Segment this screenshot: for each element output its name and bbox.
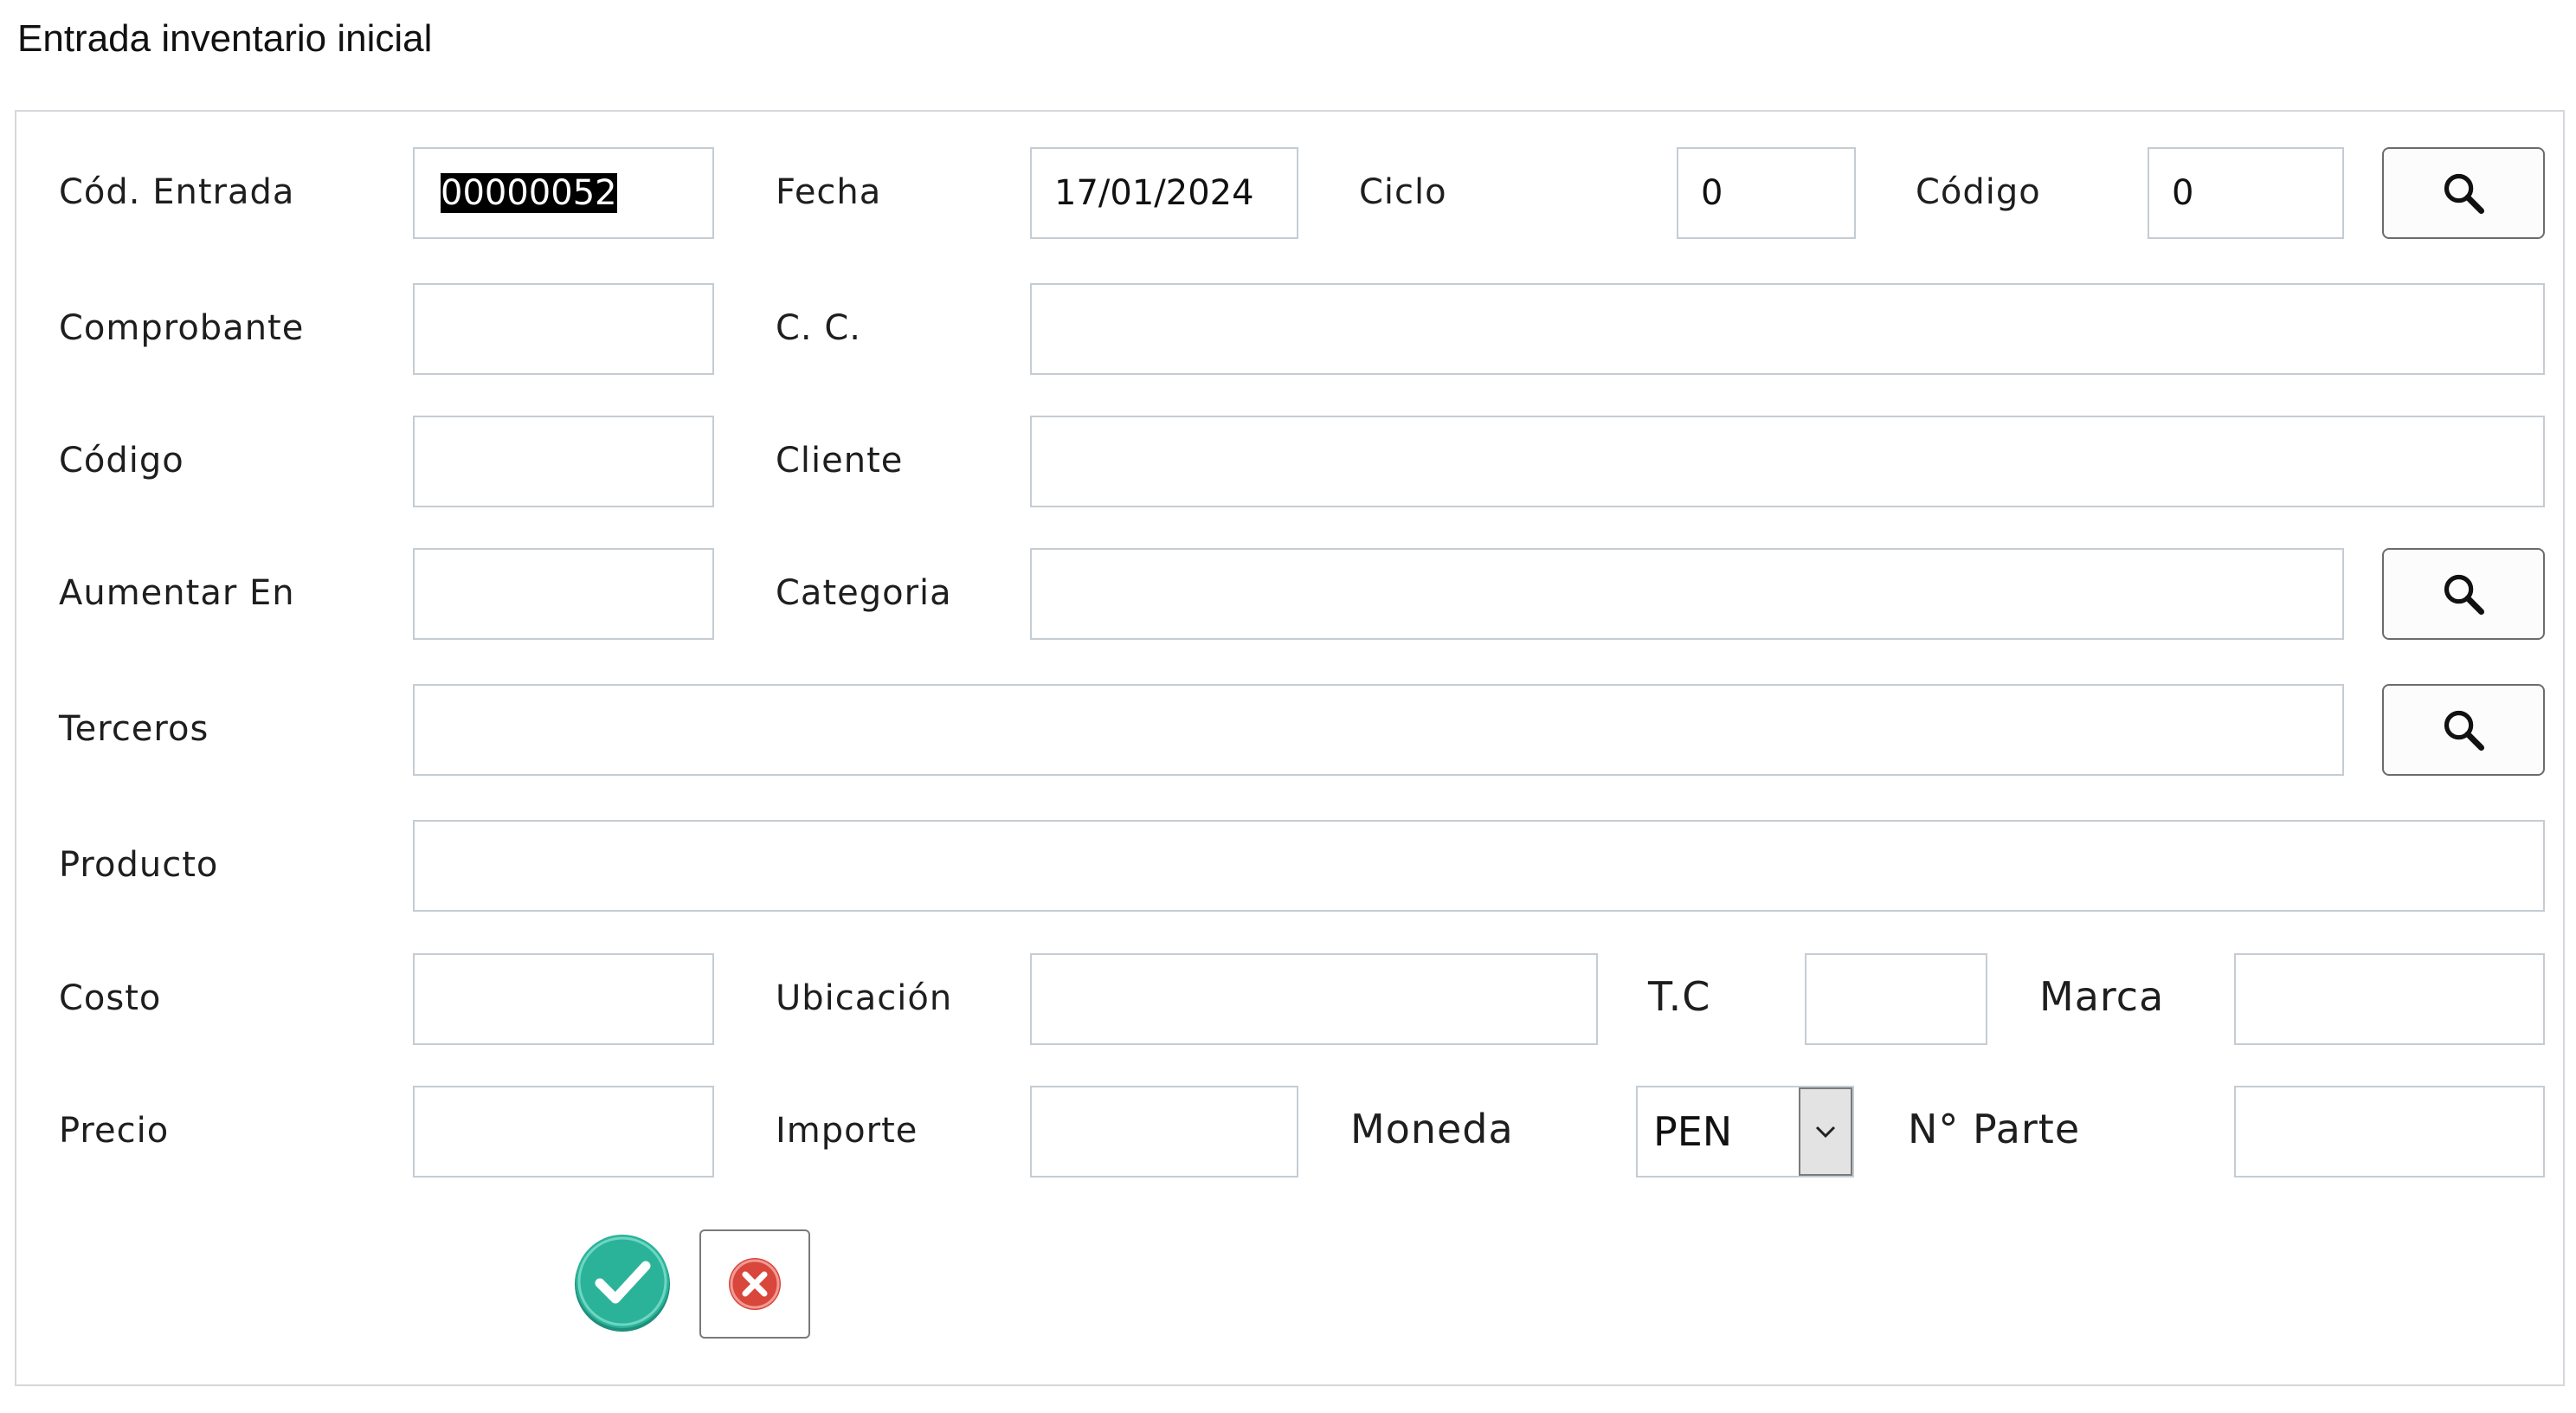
tc-field[interactable] — [1805, 953, 1987, 1045]
label-nro-parte: N° Parte — [1908, 1106, 2081, 1152]
label-moneda: Moneda — [1350, 1106, 1514, 1152]
search-categoria-button[interactable] — [2382, 548, 2545, 640]
categoria-field[interactable] — [1030, 548, 2344, 640]
producto-field[interactable] — [413, 820, 2545, 912]
moneda-dropdown-button[interactable] — [1799, 1087, 1852, 1176]
label-cod-entrada: Cód. Entrada — [59, 172, 295, 212]
nro-parte-field[interactable] — [2234, 1086, 2545, 1178]
cancel-button[interactable] — [699, 1229, 810, 1339]
comprobante-field[interactable] — [413, 283, 714, 375]
codigo-top-field[interactable]: 0 — [2148, 147, 2344, 239]
search-icon — [2444, 710, 2485, 752]
importe-field[interactable] — [1030, 1086, 1298, 1178]
label-marca: Marca — [2039, 973, 2165, 1020]
ubicacion-field[interactable] — [1030, 953, 1598, 1045]
label-fecha: Fecha — [776, 172, 882, 212]
label-tc: T.C — [1648, 973, 1711, 1020]
label-ciclo: Ciclo — [1359, 172, 1447, 212]
label-producto: Producto — [59, 845, 219, 885]
cliente-field[interactable] — [1030, 416, 2545, 507]
label-cliente: Cliente — [776, 441, 904, 481]
costo-field[interactable] — [413, 953, 714, 1045]
label-categoria: Categoria — [776, 573, 952, 613]
marca-field[interactable] — [2234, 953, 2545, 1045]
label-comprobante: Comprobante — [59, 308, 305, 348]
ciclo-field[interactable]: 0 — [1677, 147, 1856, 239]
label-aumentar-en: Aumentar En — [59, 573, 295, 613]
cc-field[interactable] — [1030, 283, 2545, 375]
fecha-field[interactable]: 17/01/2024 — [1030, 147, 1298, 239]
cod-entrada-value: 00000052 — [441, 173, 617, 213]
precio-field[interactable] — [413, 1086, 714, 1178]
search-codigo-button[interactable] — [2382, 147, 2545, 239]
terceros-field[interactable] — [413, 684, 2344, 776]
search-icon — [2444, 574, 2485, 616]
confirm-button[interactable] — [571, 1231, 673, 1333]
search-icon — [2444, 173, 2485, 215]
cod-entrada-field[interactable]: 00000052 — [413, 147, 714, 239]
chevron-down-icon — [1815, 1126, 1836, 1139]
label-terceros: Terceros — [59, 709, 209, 749]
aumentar-en-field[interactable] — [413, 548, 714, 640]
label-ubicacion: Ubicación — [776, 978, 953, 1018]
label-importe: Importe — [776, 1111, 918, 1151]
close-circle-icon — [729, 1258, 781, 1310]
label-codigo: Código — [59, 441, 184, 481]
codigo-field[interactable] — [413, 416, 714, 507]
moneda-selected-value: PEN — [1653, 1108, 1733, 1155]
window-title: Entrada inventario inicial — [17, 17, 433, 60]
label-codigo-top: Código — [1916, 172, 2041, 212]
label-cc: C. C. — [776, 308, 862, 348]
moneda-select[interactable]: PEN — [1636, 1086, 1854, 1178]
label-precio: Precio — [59, 1111, 170, 1151]
label-costo: Costo — [59, 978, 162, 1018]
check-circle-icon — [575, 1235, 670, 1332]
search-terceros-button[interactable] — [2382, 684, 2545, 776]
